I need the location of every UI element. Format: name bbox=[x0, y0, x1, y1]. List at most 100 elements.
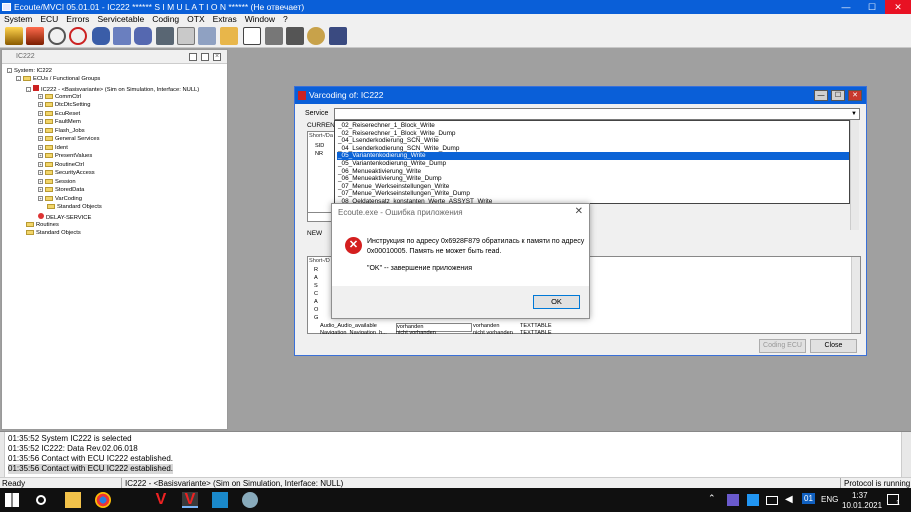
network-icon[interactable] bbox=[766, 496, 778, 505]
audio-row-name[interactable]: Audio_Audio_available bbox=[320, 323, 377, 330]
tree-item-commctrl[interactable]: + CommCtrl bbox=[38, 94, 81, 101]
tree-item-ecu-ic222[interactable]: - IC222 - <Basisvariante> (Sim on Simulat… bbox=[26, 85, 199, 93]
panel-close-icon[interactable]: × bbox=[213, 53, 221, 61]
menu-ecu[interactable]: ECU bbox=[36, 14, 62, 25]
tray-app-icon[interactable] bbox=[727, 494, 739, 506]
check-icon[interactable] bbox=[48, 27, 66, 45]
tree-item-presentvalues[interactable]: + PresentValues bbox=[38, 153, 92, 160]
chrome-icon[interactable] bbox=[95, 492, 111, 508]
menu-errors[interactable]: Errors bbox=[62, 14, 93, 25]
tree-item-ident[interactable]: + Ident bbox=[38, 145, 68, 152]
copy-icon[interactable] bbox=[286, 27, 304, 45]
volume-icon[interactable]: ◀ bbox=[785, 492, 801, 508]
dropdown-item[interactable]: _06_Menueaktivierung_Write_Dump bbox=[337, 175, 849, 183]
tree-item-dtcsetting[interactable]: + DtcDtcSetting bbox=[38, 102, 90, 109]
menu-system[interactable]: System bbox=[0, 14, 36, 25]
search-icon[interactable] bbox=[36, 495, 46, 505]
current-scrollbar[interactable] bbox=[850, 120, 859, 230]
tree-item-ecureset[interactable]: + EcuReset bbox=[38, 111, 80, 118]
log-panel-grip[interactable] bbox=[0, 432, 5, 478]
window-app-icon[interactable] bbox=[212, 492, 228, 508]
varcoding-close-button[interactable]: ✕ bbox=[848, 90, 862, 101]
log-scrollbar[interactable] bbox=[901, 432, 911, 478]
terminal-icon[interactable] bbox=[156, 27, 174, 45]
current-row-nr[interactable]: NR bbox=[315, 151, 323, 158]
new-table-scrollbar[interactable] bbox=[851, 257, 860, 333]
vehicle-icon[interactable] bbox=[134, 27, 152, 45]
ecu-list-icon[interactable] bbox=[113, 27, 131, 45]
varcoding-maximize-button[interactable]: ☐ bbox=[831, 90, 845, 101]
new-row[interactable]: A bbox=[314, 299, 318, 306]
clock-time[interactable]: 1:37 bbox=[852, 491, 868, 500]
users-icon[interactable] bbox=[329, 27, 347, 45]
document-icon[interactable] bbox=[243, 27, 261, 45]
current-row-sid[interactable]: SID bbox=[315, 143, 324, 150]
minimize-button[interactable]: — bbox=[833, 0, 859, 14]
tree-item-delay-service[interactable]: DELAY-SERVICE bbox=[38, 213, 91, 221]
new-row[interactable]: O bbox=[314, 307, 318, 314]
tree-item-varcoding[interactable]: + VarCoding bbox=[38, 196, 82, 203]
menu-coding[interactable]: Coding bbox=[148, 14, 183, 25]
dropdown-item[interactable]: _04_Lsenderkodierung_SCN_Write bbox=[337, 137, 849, 145]
panel-restore-icon[interactable] bbox=[201, 53, 209, 61]
new-row[interactable]: C bbox=[314, 291, 318, 298]
vediamo-icon[interactable]: V bbox=[153, 492, 169, 508]
menu-extras[interactable]: Extras bbox=[209, 14, 241, 25]
ecoute-active-icon[interactable]: V bbox=[182, 492, 198, 508]
disconnect-icon[interactable] bbox=[26, 27, 44, 45]
dropdown-item[interactable]: _06_Menueaktivierung_Write bbox=[337, 168, 849, 176]
list-icon[interactable] bbox=[265, 27, 283, 45]
file-explorer-icon[interactable] bbox=[65, 492, 81, 508]
new-row[interactable]: A bbox=[314, 275, 318, 282]
window-icon[interactable] bbox=[177, 27, 195, 45]
dropdown-item-selected[interactable]: _05_Variantenkodierung_Write bbox=[337, 152, 849, 160]
tree-item-general-services[interactable]: + General Services bbox=[38, 136, 99, 143]
tree-item-securityaccess[interactable]: + SecurityAccess bbox=[38, 170, 95, 177]
menu-help[interactable]: ? bbox=[279, 14, 292, 25]
dropdown-item[interactable]: _05_Variantenkodierung_Write_Dump bbox=[337, 160, 849, 168]
tree-item-ecus[interactable]: - ECUs / Functional Groups bbox=[16, 76, 100, 83]
tree-item-system[interactable]: - System: IC222 bbox=[7, 68, 52, 75]
tree-item-routinectrl[interactable]: + RoutineCtrl bbox=[38, 162, 84, 169]
service-combobox[interactable]: ▼ bbox=[334, 108, 860, 120]
dropdown-item[interactable]: _07_Menue_Werkseinstellungen_Write bbox=[337, 183, 849, 191]
connect-icon[interactable] bbox=[5, 27, 23, 45]
partial-row-name[interactable]: Navigation_Navigation_h... bbox=[320, 330, 387, 334]
network-icon[interactable] bbox=[198, 27, 216, 45]
dropdown-item[interactable]: _07_Menue_Werkseinstellungen_Write_Dump bbox=[337, 190, 849, 198]
reset-icon[interactable] bbox=[69, 27, 87, 45]
language-indicator[interactable]: ENG bbox=[821, 495, 838, 504]
new-row[interactable]: R bbox=[314, 267, 318, 274]
menu-servicetable[interactable]: Servicetable bbox=[93, 14, 148, 25]
panel-minimize-icon[interactable] bbox=[189, 53, 197, 61]
maximize-button[interactable]: ☐ bbox=[859, 0, 885, 14]
chevron-down-icon[interactable]: ▼ bbox=[849, 109, 859, 119]
varcoding-minimize-button[interactable]: — bbox=[814, 90, 828, 101]
close-window-button[interactable]: ✕ bbox=[885, 0, 911, 14]
menu-otx[interactable]: OTX bbox=[183, 14, 208, 25]
dropdown-item[interactable]: _02_Reiserechner_1_Block_Write bbox=[337, 122, 849, 130]
tool-app-icon[interactable] bbox=[242, 492, 258, 508]
tree-item-standard-objects-ecu[interactable]: Standard Objects bbox=[47, 204, 102, 211]
new-row[interactable]: S bbox=[314, 283, 318, 290]
tree-item-flash-jobs[interactable]: + Flash_Jobs bbox=[38, 128, 85, 135]
edit-icon[interactable] bbox=[220, 27, 238, 45]
dropdown-item[interactable]: _02_Reiserechner_1_Block_Write_Dump bbox=[337, 130, 849, 138]
coding-ecu-button[interactable]: Coding ECU bbox=[759, 339, 806, 353]
tree-item-storeddata[interactable]: + StoredData bbox=[38, 187, 84, 194]
dropdown-item[interactable]: _04_Lsenderkodierung_SCN_Write_Dump bbox=[337, 145, 849, 153]
windows-start-icon[interactable] bbox=[5, 493, 19, 507]
tree-item-session[interactable]: + Session bbox=[38, 179, 76, 186]
new-row[interactable]: G bbox=[314, 315, 318, 322]
ok-button[interactable]: OK bbox=[533, 295, 580, 309]
tray-badge[interactable]: 01 bbox=[802, 493, 815, 504]
close-icon[interactable]: ✕ bbox=[575, 206, 583, 217]
tree-item-standard-objects[interactable]: Standard Objects bbox=[26, 230, 81, 237]
tree-item-routines[interactable]: Routines bbox=[26, 222, 59, 229]
car-icon[interactable] bbox=[92, 27, 110, 45]
menu-window[interactable]: Window bbox=[241, 14, 279, 25]
varcoding-close-dialog-button[interactable]: Close bbox=[810, 339, 857, 353]
chevron-up-icon[interactable]: ⌃ bbox=[708, 493, 716, 504]
tree-item-faultmem[interactable]: + FaultMem bbox=[38, 119, 81, 126]
clock-date[interactable]: 10.01.2021 bbox=[842, 501, 882, 510]
